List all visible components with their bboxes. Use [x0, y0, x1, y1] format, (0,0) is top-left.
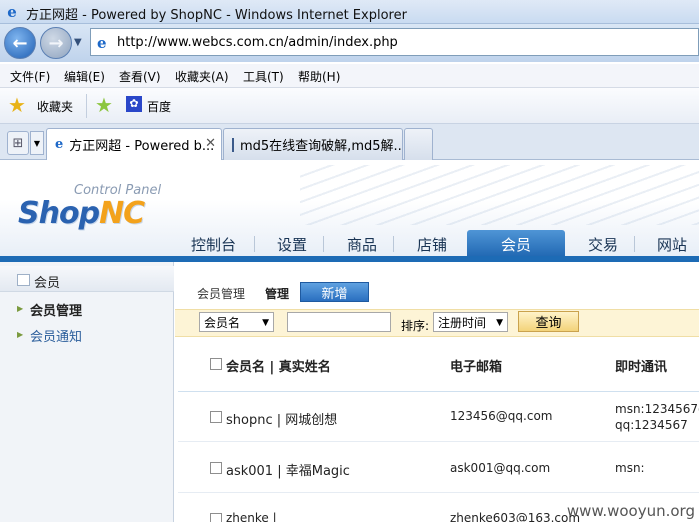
- address-url[interactable]: http://www.webcs.com.cn/admin/index.php: [117, 35, 398, 50]
- nav-separator: [323, 236, 324, 252]
- sort-label: 排序:: [401, 319, 430, 333]
- forward-arrow-icon: →: [48, 32, 64, 54]
- member-name[interactable]: zhenke |: [226, 511, 277, 522]
- triangle-icon: ▶: [17, 330, 24, 339]
- column-header-name: 会员名 | 真实姓名: [226, 360, 331, 375]
- quick-tabs-icon[interactable]: ⊞: [7, 131, 29, 155]
- member-name[interactable]: shopnc | 网城创想: [226, 409, 337, 428]
- window-title: 方正网超 - Powered by ShopNC - Windows Inter…: [26, 8, 407, 23]
- back-button[interactable]: ←: [4, 27, 36, 59]
- sort-select[interactable]: 注册时间 ▼: [433, 312, 508, 332]
- sidebar-item-member-manage[interactable]: 会员管理: [30, 300, 82, 319]
- search-field-select[interactable]: 会员名 ▼: [199, 312, 274, 332]
- favorites-star-icon[interactable]: ★: [8, 94, 26, 116]
- ie-icon: e: [7, 3, 17, 21]
- favorites-divider: [86, 94, 87, 118]
- row-divider: [178, 492, 699, 493]
- select-all-checkbox[interactable]: [210, 358, 222, 370]
- add-favorite-icon[interactable]: ★: [95, 94, 113, 116]
- tab-manage[interactable]: 管理: [265, 285, 289, 302]
- watermark: www.wooyun.org: [566, 502, 695, 520]
- chevron-down-icon: ▼: [496, 318, 503, 328]
- member-email: zhenke603@163.com: [450, 511, 581, 522]
- logo-nc: NC: [99, 196, 145, 231]
- breadcrumb: 会员管理: [197, 287, 246, 301]
- nav-member[interactable]: 会员: [467, 230, 565, 258]
- menu-tools[interactable]: 工具(T): [243, 68, 284, 85]
- column-header-email: 电子邮箱: [450, 360, 503, 375]
- logo-shop: Shop: [18, 196, 100, 231]
- tab-grid-icon: [232, 137, 234, 152]
- address-bar[interactable]: e http://www.webcs.com.cn/admin/index.ph…: [90, 28, 699, 56]
- member-im: msn:1234567@: [615, 402, 699, 416]
- baidu-paw-icon[interactable]: ✿: [126, 96, 142, 112]
- menu-edit[interactable]: 编辑(E): [64, 68, 105, 85]
- add-member-button[interactable]: 新增: [300, 282, 369, 302]
- member-email: ask001@qq.com: [450, 461, 551, 475]
- nav-separator: [634, 236, 635, 252]
- page-ie-icon: e: [97, 34, 107, 52]
- tab-ie-icon: e: [55, 137, 64, 152]
- shopnc-logo: ShopNC: [18, 196, 145, 231]
- nav-settings[interactable]: 设置: [277, 234, 307, 255]
- nav-goods[interactable]: 商品: [347, 234, 377, 255]
- row-checkbox[interactable]: [210, 462, 222, 474]
- menu-help[interactable]: 帮助(H): [298, 68, 340, 85]
- history-dropdown-icon[interactable]: ▼: [74, 37, 82, 48]
- sort-value: 注册时间: [438, 315, 487, 330]
- nav-console[interactable]: 控制台: [191, 234, 236, 255]
- tab-list-dropdown-icon[interactable]: ▼: [30, 131, 44, 155]
- back-arrow-icon: ←: [12, 32, 28, 54]
- query-button[interactable]: 查询: [518, 311, 579, 332]
- header-decoration: [300, 165, 699, 225]
- close-tab-icon[interactable]: ✕: [205, 136, 216, 151]
- menu-favorites[interactable]: 收藏夹(A): [175, 68, 229, 85]
- member-im: msn:: [615, 461, 645, 475]
- tab-md5-label: md5在线查询破解,md5解...: [240, 139, 403, 154]
- forward-button[interactable]: →: [40, 27, 72, 59]
- menu-view[interactable]: 查看(V): [119, 68, 161, 85]
- nav-trade[interactable]: 交易: [588, 234, 618, 255]
- menu-bar: 文件(F) 编辑(E) 查看(V) 收藏夹(A) 工具(T) 帮助(H): [0, 64, 699, 88]
- chevron-down-icon: ▼: [262, 318, 269, 328]
- new-tab-button[interactable]: [404, 128, 433, 160]
- tab-shopnc[interactable]: e 方正网超 - Powered b... ✕: [46, 128, 222, 160]
- favorites-bar: ★ 收藏夹 ★ ✿ 百度: [0, 88, 699, 124]
- favorites-label[interactable]: 收藏夹: [37, 98, 73, 115]
- nav-website[interactable]: 网站: [657, 234, 687, 255]
- search-input[interactable]: [287, 312, 391, 332]
- member-email: 123456@qq.com: [450, 409, 553, 423]
- tab-md5[interactable]: md5在线查询破解,md5解...: [223, 128, 403, 160]
- row-divider: [178, 441, 699, 442]
- triangle-icon: ▶: [17, 304, 24, 313]
- sidebar-title: 会员: [34, 276, 61, 291]
- tab-shopnc-label: 方正网超 - Powered b...: [69, 139, 215, 154]
- nav-separator: [393, 236, 394, 252]
- member-name[interactable]: ask001 | 幸福Magic: [226, 460, 350, 479]
- sidebar: [0, 262, 174, 522]
- sidebar-box-icon: [17, 274, 30, 286]
- menu-file[interactable]: 文件(F): [10, 68, 50, 85]
- search-field-value: 会员名: [204, 315, 241, 330]
- nav-separator: [254, 236, 255, 252]
- sidebar-item-member-notify[interactable]: 会员通知: [30, 326, 82, 345]
- row-checkbox[interactable]: [210, 411, 222, 423]
- member-im: qq:1234567: [615, 418, 688, 432]
- row-checkbox[interactable]: [210, 513, 222, 522]
- column-header-im: 即时通讯: [615, 360, 668, 375]
- nav-store[interactable]: 店铺: [417, 234, 447, 255]
- baidu-link[interactable]: 百度: [147, 98, 171, 115]
